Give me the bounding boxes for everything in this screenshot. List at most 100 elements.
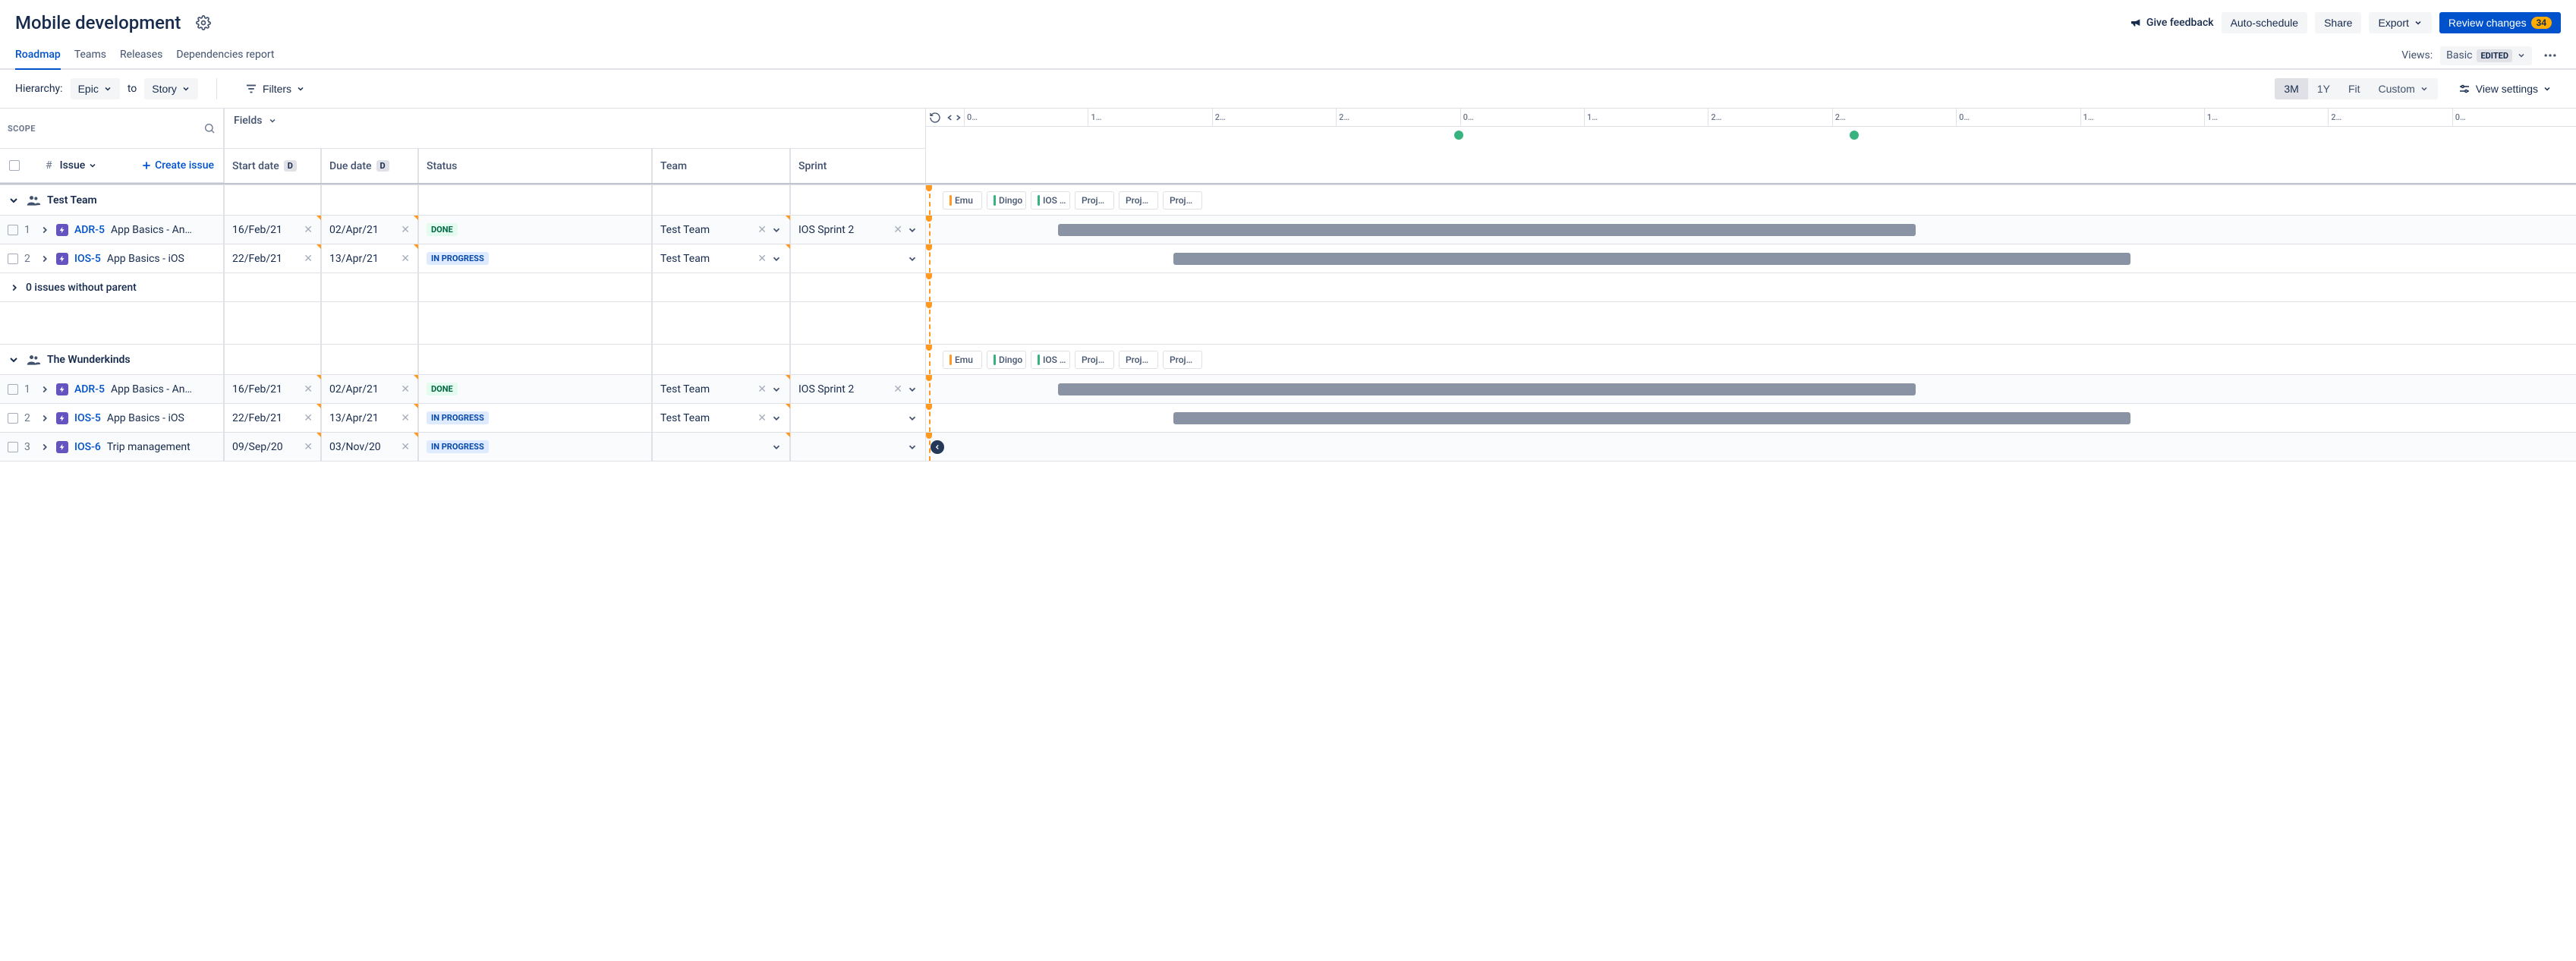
row-checkbox[interactable] <box>8 413 18 424</box>
chevron-right-icon[interactable] <box>39 384 50 395</box>
team-cell[interactable]: Test Team ✕ <box>653 375 791 403</box>
sprint-pill[interactable]: Dingo <box>987 191 1026 210</box>
clear-icon[interactable]: ✕ <box>304 224 313 236</box>
start-date-cell[interactable]: 16/Feb/21✕ <box>225 216 322 244</box>
release-marker[interactable] <box>1850 131 1859 140</box>
chevron-right-icon[interactable] <box>39 225 50 235</box>
issue-column-header[interactable]: Issue <box>60 159 98 172</box>
chevron-down-icon[interactable] <box>907 225 918 235</box>
chevron-down-icon[interactable] <box>771 254 782 264</box>
view-selector[interactable]: Basic EDITED <box>2440 46 2532 65</box>
clear-icon[interactable]: ✕ <box>401 441 410 453</box>
clear-icon[interactable]: ✕ <box>757 224 767 236</box>
due-date-cell[interactable]: 02/Apr/21✕ <box>322 216 419 244</box>
table-row[interactable]: 1 ADR-5 App Basics - An… 16/Feb/21✕ 02/A… <box>0 216 2576 244</box>
team-cell[interactable] <box>653 433 791 461</box>
chevron-down-icon[interactable] <box>8 354 20 366</box>
sprint-pill[interactable]: Dingo <box>987 351 1026 369</box>
timeframe-custom[interactable]: Custom <box>2370 78 2438 99</box>
clear-icon[interactable]: ✕ <box>304 383 313 395</box>
sprint-cell[interactable] <box>791 244 926 273</box>
due-date-cell[interactable]: 13/Apr/21✕ <box>322 404 419 432</box>
issue-key[interactable]: ADR-5 <box>74 224 105 236</box>
sprint-pill[interactable]: Emu <box>943 191 982 210</box>
table-row[interactable]: 2 IOS-5 App Basics - iOS 22/Feb/21✕ 13/A… <box>0 244 2576 273</box>
sprint-pill[interactable]: Proj… <box>1119 351 1158 369</box>
start-date-cell[interactable]: 22/Feb/21✕ <box>225 244 322 273</box>
issues-without-parent[interactable]: 0 issues without parent <box>0 273 225 301</box>
clear-icon[interactable]: ✕ <box>757 412 767 424</box>
more-menu-button[interactable] <box>2540 45 2561 66</box>
chevron-down-icon[interactable] <box>771 442 782 452</box>
status-cell[interactable]: IN PROGRESS <box>419 404 653 432</box>
clear-icon[interactable]: ✕ <box>893 383 902 395</box>
gear-icon[interactable] <box>191 11 216 35</box>
clear-icon[interactable]: ✕ <box>304 412 313 424</box>
issue-key[interactable]: ADR-5 <box>74 383 105 395</box>
sprint-cell[interactable] <box>791 433 926 461</box>
sprint-pill[interactable]: IOS … <box>1031 191 1070 210</box>
row-checkbox[interactable] <box>8 384 18 395</box>
issue-key[interactable]: IOS-5 <box>74 412 101 424</box>
table-row[interactable]: 1 ADR-5 App Basics - An… 16/Feb/21✕ 02/A… <box>0 375 2576 404</box>
row-checkbox[interactable] <box>8 225 18 235</box>
group-header[interactable]: Test Team <box>0 185 225 215</box>
hierarchy-to-select[interactable]: Story <box>144 78 198 99</box>
auto-schedule-button[interactable]: Auto-schedule <box>2222 12 2308 33</box>
due-date-cell[interactable]: 03/Nov/20✕ <box>322 433 419 461</box>
clear-icon[interactable]: ✕ <box>401 383 410 395</box>
clear-icon[interactable]: ✕ <box>401 253 410 265</box>
chevron-down-icon[interactable] <box>907 413 918 424</box>
gantt-bar[interactable] <box>1173 412 2130 424</box>
team-cell[interactable]: Test Team ✕ <box>653 404 791 432</box>
filters-button[interactable]: Filters <box>235 77 314 100</box>
collapse-horizontal-icon[interactable] <box>947 113 961 122</box>
sprint-pill[interactable]: Emu <box>943 351 982 369</box>
table-row[interactable]: 2 IOS-5 App Basics - iOS 22/Feb/21✕ 13/A… <box>0 404 2576 433</box>
review-changes-button[interactable]: Review changes 34 <box>2439 12 2561 33</box>
chevron-down-icon[interactable] <box>907 254 918 264</box>
sprint-pill[interactable]: IOS … <box>1031 351 1070 369</box>
sprint-pill[interactable]: Proj… <box>1075 191 1114 210</box>
timeframe-fit[interactable]: Fit <box>2339 78 2370 99</box>
chevron-right-icon[interactable] <box>39 442 50 452</box>
timeframe-3m[interactable]: 3M <box>2275 78 2307 99</box>
gantt-bar[interactable] <box>1058 383 1916 395</box>
row-checkbox[interactable] <box>8 254 18 264</box>
clear-icon[interactable]: ✕ <box>757 253 767 265</box>
chevron-down-icon[interactable] <box>8 194 20 206</box>
search-icon[interactable] <box>203 122 216 134</box>
release-marker[interactable] <box>1454 131 1463 140</box>
group-header[interactable]: The Wunderkinds <box>0 345 225 374</box>
clear-icon[interactable]: ✕ <box>401 412 410 424</box>
hierarchy-from-select[interactable]: Epic <box>71 78 120 99</box>
chevron-down-icon[interactable] <box>771 225 782 235</box>
create-issue-button[interactable]: Create issue <box>141 159 214 172</box>
tab-dependencies-report[interactable]: Dependencies report <box>176 43 274 70</box>
due-date-cell[interactable]: 13/Apr/21✕ <box>322 244 419 273</box>
row-checkbox[interactable] <box>8 442 18 452</box>
chevron-down-icon[interactable] <box>907 384 918 395</box>
view-settings-button[interactable]: View settings <box>2448 77 2561 100</box>
clear-icon[interactable]: ✕ <box>893 224 902 236</box>
sprint-cell[interactable] <box>791 404 926 432</box>
sprint-cell[interactable]: IOS Sprint 2 ✕ <box>791 216 926 244</box>
sprint-pill[interactable]: Proj… <box>1163 351 1202 369</box>
clear-icon[interactable]: ✕ <box>757 383 767 395</box>
table-row[interactable]: 3 IOS-6 Trip management 09/Sep/20✕ 03/No… <box>0 433 2576 462</box>
due-date-cell[interactable]: 02/Apr/21✕ <box>322 375 419 403</box>
gantt-bar[interactable] <box>1173 253 2130 265</box>
status-cell[interactable]: DONE <box>419 216 653 244</box>
select-all-checkbox[interactable] <box>9 160 20 171</box>
sprint-pill[interactable]: Proj… <box>1163 191 1202 210</box>
chevron-right-icon[interactable] <box>39 254 50 264</box>
status-cell[interactable]: IN PROGRESS <box>419 433 653 461</box>
tab-roadmap[interactable]: Roadmap <box>15 43 61 70</box>
clear-icon[interactable]: ✕ <box>304 253 313 265</box>
start-date-cell[interactable]: 22/Feb/21✕ <box>225 404 322 432</box>
chevron-down-icon[interactable] <box>771 384 782 395</box>
tab-releases[interactable]: Releases <box>120 43 162 70</box>
chevron-right-icon[interactable] <box>39 413 50 424</box>
status-cell[interactable]: DONE <box>419 375 653 403</box>
give-feedback-link[interactable]: Give feedback <box>2130 17 2214 29</box>
